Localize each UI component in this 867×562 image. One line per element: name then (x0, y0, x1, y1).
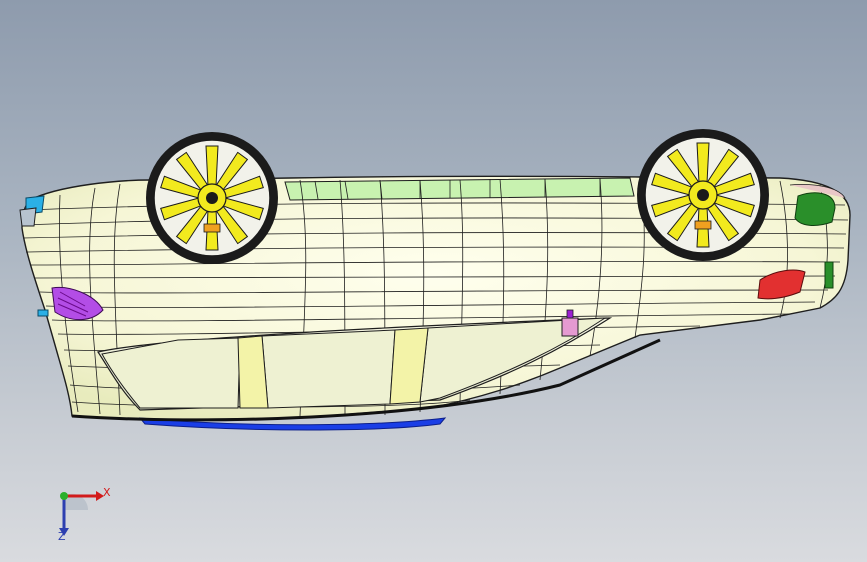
axis-triad (59, 491, 104, 536)
rear-marker (824, 261, 834, 289)
wheel-front (146, 132, 278, 264)
axis-z-label: Z (58, 530, 66, 543)
green-trim-strip (284, 177, 635, 201)
fuel-cap (561, 317, 579, 337)
wheel-rear (637, 129, 769, 261)
side-mirror (794, 192, 836, 226)
axis-x-label: X (103, 486, 111, 499)
car-model[interactable] (0, 0, 867, 562)
window-panel-2 (261, 329, 396, 409)
cad-viewport[interactable]: X Z (0, 0, 867, 562)
axis-y-dot (60, 492, 68, 500)
